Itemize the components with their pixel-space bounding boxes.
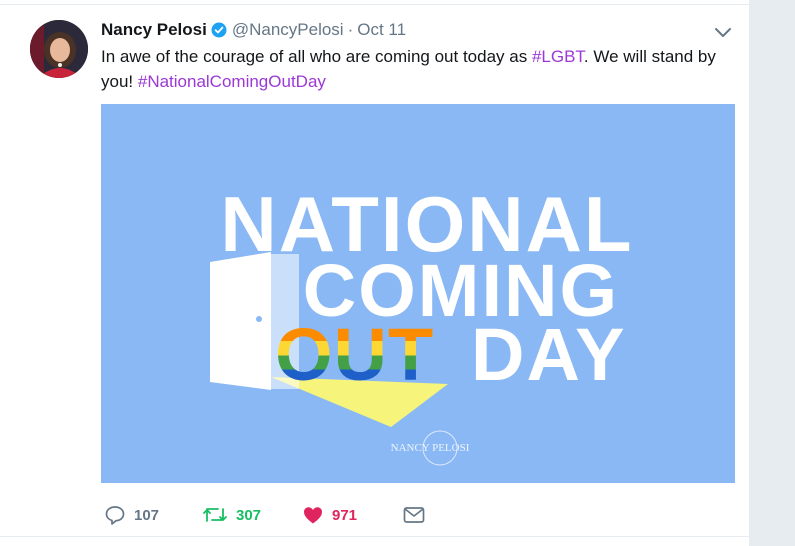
hashtag-link-national-coming-out-day[interactable]: #NationalComingOutDay [138,72,326,91]
reply-icon [105,506,125,525]
retweet-icon [203,508,227,522]
reply-count: 107 [134,506,160,524]
title-out-rainbow: OUT [275,313,434,396]
watermark-logo: NANCY PELOSI [391,442,470,454]
coming-out-day-graphic: NATIONAL COMING OUT DAY NANCY PELOSI [101,104,735,483]
divider [0,4,749,5]
tweet-media-image[interactable]: NATIONAL COMING OUT DAY NANCY PELOSI [101,104,735,483]
separator-dot: · [347,20,354,39]
chevron-down-icon[interactable] [712,22,734,42]
reply-button[interactable]: 107 [104,502,202,528]
tweet-actions: 107 307 971 [104,502,426,528]
hashtag-link-lgbt[interactable]: #LGBT [532,47,584,66]
avatar[interactable] [30,20,88,78]
tweet-card[interactable]: Nancy Pelosi @NancyPelosi · Oct 11 In aw… [0,0,750,546]
tweet-text-part: In awe of the courage of all who are com… [101,47,532,66]
tweet-timestamp[interactable]: Oct 11 [357,20,406,40]
direct-message-button[interactable] [402,502,426,528]
heart-icon [304,507,322,524]
tweet-text: In awe of the courage of all who are com… [101,44,721,94]
direct-message-icon [403,507,425,523]
door-illustration [210,252,271,390]
like-button[interactable]: 971 [302,502,402,528]
author-name[interactable]: Nancy Pelosi [101,20,207,40]
verified-badge-icon [211,22,227,38]
author-handle[interactable]: @NancyPelosi [232,20,344,40]
like-count: 971 [332,506,358,524]
title-line-3: DAY [471,313,626,396]
retweet-count: 307 [236,506,262,524]
retweet-button[interactable]: 307 [202,502,302,528]
tweet-header: Nancy Pelosi @NancyPelosi · Oct 11 [101,19,406,41]
divider [0,536,749,537]
